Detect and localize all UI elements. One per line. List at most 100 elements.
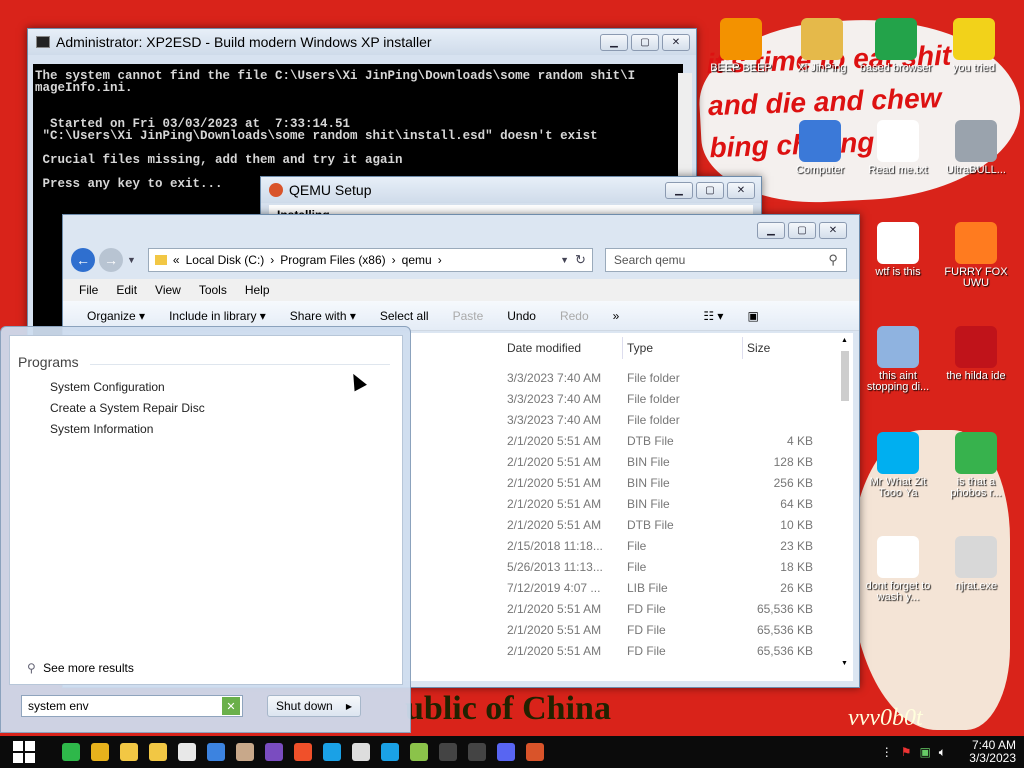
volume-icon[interactable]: 🔈︎ (939, 745, 946, 760)
more-commands-button[interactable]: » (613, 309, 620, 323)
desktop-icon[interactable]: UltraBULL... (938, 120, 1014, 176)
redo-button[interactable]: Redo (560, 309, 589, 323)
desktop-icon[interactable]: you tried (936, 18, 1012, 74)
table-row[interactable]: 2/1/2020 5:51 AM BIN File 64 KB (507, 493, 813, 514)
desktop-icon[interactable]: Read me.txt (860, 120, 936, 176)
7zip-icon[interactable] (352, 743, 370, 761)
close-button[interactable]: ✕ (819, 221, 847, 239)
folder-icon[interactable] (120, 743, 138, 761)
folder-icon[interactable] (149, 743, 167, 761)
table-row[interactable]: 3/3/2023 7:40 AM File folder (507, 409, 813, 430)
search-input[interactable]: Search qemu ⚲ (604, 248, 847, 272)
organize-button[interactable]: Organize ▾ (87, 309, 145, 323)
desktop-icon[interactable]: Computer (782, 120, 858, 176)
view-options-icon[interactable]: ☷ ▾ (703, 309, 723, 323)
minimize-button[interactable]: ▁ (757, 221, 785, 239)
media-icon[interactable] (323, 743, 341, 761)
maximize-button[interactable]: ▢ (788, 221, 816, 239)
desktop-icon[interactable]: is that a phobos r... (938, 432, 1014, 499)
breadcrumb-item[interactable]: Local Disk (C:) (186, 253, 265, 267)
menu-edit[interactable]: Edit (116, 283, 137, 297)
start-search-input[interactable]: system env (21, 695, 243, 717)
table-row[interactable]: 3/3/2023 7:40 AM File folder (507, 388, 813, 409)
calendar-icon[interactable] (178, 743, 196, 761)
desktop-icon[interactable]: FURRY FOX UWU (938, 222, 1014, 289)
share-with-button[interactable]: Share with ▾ (290, 309, 356, 323)
qemu-titlebar[interactable]: QEMU Setup ▁ ▢ ✕ (261, 177, 761, 203)
table-row[interactable]: 2/1/2020 5:51 AM FD File 65,536 KB (507, 640, 813, 661)
scroll-up-icon[interactable]: ▲ (841, 337, 848, 344)
table-row[interactable]: 3/3/2023 7:40 AM File folder (507, 367, 813, 388)
qemu-icon[interactable] (526, 743, 544, 761)
discord-icon[interactable] (497, 743, 515, 761)
desktop-icon[interactable]: Xi JinPing (784, 18, 860, 74)
column-size[interactable]: Size (743, 337, 823, 359)
chrome-icon[interactable] (91, 743, 109, 761)
flag-icon[interactable]: ⚑ (901, 745, 912, 759)
notepad-icon[interactable] (410, 743, 428, 761)
file-list-scrollbar[interactable]: ▲ ▼ (839, 337, 851, 667)
desktop-icon[interactable]: the hilda ide (938, 326, 1014, 382)
minimize-button[interactable]: ▁ (665, 181, 693, 199)
brave-icon[interactable] (294, 743, 312, 761)
tray-more-icon[interactable]: ⋮ (881, 745, 893, 759)
remote-icon[interactable] (381, 743, 399, 761)
see-more-results-link[interactable]: ⚲ See more results (27, 661, 134, 675)
table-row[interactable]: 2/1/2020 5:51 AM DTB File 10 KB (507, 514, 813, 535)
table-row[interactable]: 2/1/2020 5:51 AM DTB File 4 KB (507, 430, 813, 451)
menu-help[interactable]: Help (245, 283, 270, 297)
table-row[interactable]: 2/1/2020 5:51 AM FD File 65,536 KB (507, 619, 813, 640)
minimize-button[interactable]: ▁ (600, 33, 628, 51)
preview-pane-icon[interactable]: ▣ (747, 309, 758, 323)
chat-app-icon[interactable] (62, 743, 80, 761)
z-app-icon[interactable] (265, 743, 283, 761)
shutdown-button[interactable]: Shut down ▶ (267, 695, 361, 717)
start-button[interactable] (0, 736, 48, 768)
chevron-right-icon[interactable]: ▶ (346, 702, 352, 711)
table-row[interactable]: 5/26/2013 11:13... File 18 KB (507, 556, 813, 577)
scroll-down-icon[interactable]: ▼ (841, 660, 848, 667)
clock[interactable]: 7:40 AM 3/3/2023 (954, 739, 1016, 765)
cmd-icon[interactable] (439, 743, 457, 761)
undo-button[interactable]: Undo (507, 309, 536, 323)
maximize-button[interactable]: ▢ (696, 181, 724, 199)
breadcrumb-item[interactable]: qemu (402, 253, 432, 267)
close-button[interactable]: ✕ (662, 33, 690, 51)
clear-search-icon[interactable]: ✕ (222, 697, 240, 715)
cmd-icon[interactable] (468, 743, 486, 761)
menu-tools[interactable]: Tools (199, 283, 227, 297)
chevron-down-icon[interactable]: ▼ (560, 255, 569, 265)
column-type[interactable]: Type (623, 337, 743, 359)
chevron-down-icon[interactable]: ▼ (127, 255, 136, 265)
menu-file[interactable]: File (79, 283, 98, 297)
calculator-icon[interactable] (207, 743, 225, 761)
explorer-titlebar[interactable]: ▁ ▢ ✕ (63, 215, 859, 245)
result-create-repair-disc[interactable]: Create a System Repair Disc (50, 401, 205, 415)
menu-view[interactable]: View (155, 283, 181, 297)
refresh-icon[interactable]: ↻ (575, 252, 586, 268)
result-system-information[interactable]: System Information (50, 422, 153, 436)
desktop-icon[interactable]: njrat.exe (938, 536, 1014, 592)
address-bar[interactable]: « Local Disk (C:) › Program Files (x86) … (147, 248, 593, 272)
column-date-modified[interactable]: Date modified (503, 337, 623, 359)
paint-icon[interactable] (236, 743, 254, 761)
table-row[interactable]: 2/1/2020 5:51 AM BIN File 256 KB (507, 472, 813, 493)
start-menu[interactable]: Programs System Configuration Create a S… (0, 326, 411, 733)
table-row[interactable]: 2/1/2020 5:51 AM FD File 65,536 KB (507, 598, 813, 619)
include-in-library-button[interactable]: Include in library ▾ (169, 309, 266, 323)
table-row[interactable]: 2/15/2018 11:18... File 23 KB (507, 535, 813, 556)
desktop-icon[interactable]: wtf is this (860, 222, 936, 278)
table-row[interactable]: 7/12/2019 4:07 ... LIB File 26 KB (507, 577, 813, 598)
desktop-icon[interactable]: based browser (858, 18, 934, 74)
close-button[interactable]: ✕ (727, 181, 755, 199)
table-row[interactable]: 2/1/2020 5:51 AM BIN File 128 KB (507, 451, 813, 472)
cmd-titlebar[interactable]: Administrator: XP2ESD - Build modern Win… (28, 29, 696, 55)
select-all-button[interactable]: Select all (380, 309, 429, 323)
breadcrumb-item[interactable]: Program Files (x86) (280, 253, 385, 267)
desktop-icon[interactable]: dont forget to wash y... (860, 536, 936, 603)
maximize-button[interactable]: ▢ (631, 33, 659, 51)
forward-icon[interactable]: → (99, 248, 123, 272)
result-system-configuration[interactable]: System Configuration (50, 380, 165, 394)
desktop-icon[interactable]: this aint stopping di... (860, 326, 936, 393)
desktop-icon[interactable]: BEEP BEEP (703, 18, 779, 74)
